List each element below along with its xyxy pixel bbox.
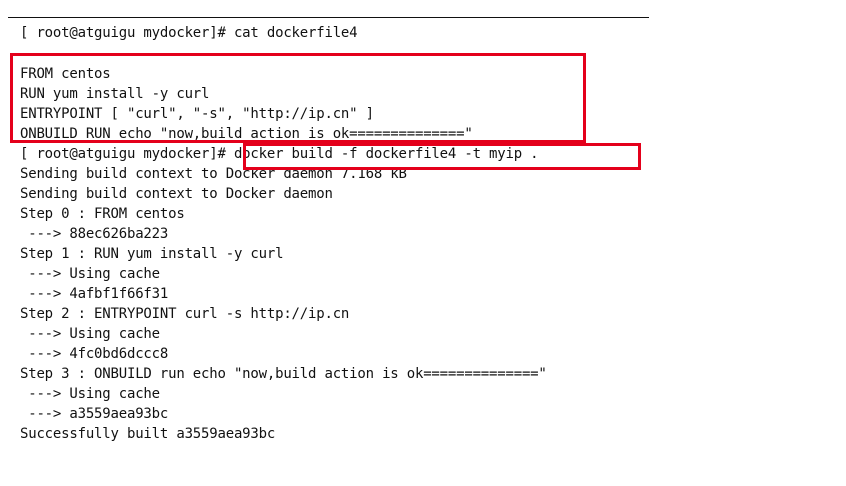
- build-output-line: Step 0 : FROM centos: [20, 206, 185, 222]
- build-output-line: ---> 4fc0bd6dccc8: [20, 346, 169, 362]
- build-output-line: Step 3 : ONBUILD run echo "now,build act…: [20, 366, 547, 382]
- build-output-line: ---> a3559aea93bc: [20, 406, 169, 422]
- build-command-highlight-box: [243, 143, 641, 170]
- build-output-line: Sending build context to Docker daemon: [20, 186, 333, 202]
- dockerfile-highlight-box: [10, 53, 586, 143]
- build-output-line: ---> 4afbf1f66f31: [20, 286, 169, 302]
- build-output-line: ---> Using cache: [20, 326, 160, 342]
- build-output-line: ---> Using cache: [20, 386, 160, 402]
- build-output-line: ---> 88ec626ba223: [20, 226, 169, 242]
- build-output-line: Step 2 : ENTRYPOINT curl -s http://ip.cn: [20, 306, 350, 322]
- build-output-line: Step 1 : RUN yum install -y curl: [20, 246, 284, 262]
- build-success-line: Successfully built a3559aea93bc: [20, 426, 276, 442]
- build-output-line: ---> Using cache: [20, 266, 160, 282]
- terminal-line-prompt-cat: [ root@atguigu mydocker]# cat dockerfile…: [20, 25, 358, 41]
